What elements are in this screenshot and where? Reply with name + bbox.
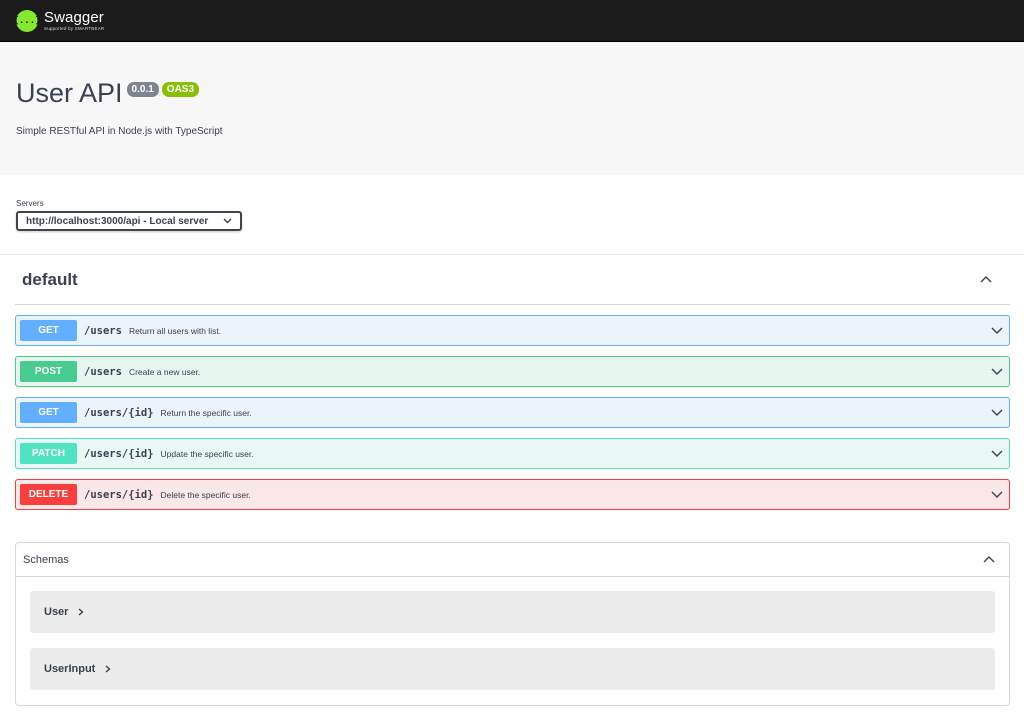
version-badge: 0.0.1 [126, 82, 159, 97]
chevron-down-icon[interactable] [991, 367, 1003, 377]
operation-delete-user[interactable]: DELETE /users/{id} Delete the specific u… [15, 479, 1010, 510]
method-badge: DELETE [20, 484, 77, 505]
schema-item-userinput[interactable]: UserInput [30, 648, 995, 690]
servers-section: Servers http://localhost:3000/api - Loca… [0, 175, 1024, 255]
operation-path: /users [84, 324, 122, 337]
chevron-down-icon [223, 218, 232, 224]
server-select-value: http://localhost:3000/api - Local server [26, 215, 209, 227]
chevron-right-icon [105, 665, 111, 673]
servers-label: Servers [16, 199, 44, 208]
method-badge: GET [20, 320, 77, 341]
schemas-section: Schemas User UserInput [15, 542, 1010, 706]
operation-summary: Delete the specific user. [160, 489, 251, 500]
oas-badge: OAS3 [161, 82, 200, 97]
operation-path: /users/{id} [84, 406, 154, 419]
brand-name: Swagger [44, 8, 104, 26]
chevron-up-icon[interactable] [983, 554, 995, 566]
operation-summary: Create a new user. [128, 366, 201, 377]
tag-title: default [22, 269, 78, 289]
swagger-logo-icon: {...} [13, 9, 41, 32]
operation-path: /users [84, 365, 122, 378]
chevron-up-icon[interactable] [980, 274, 992, 286]
method-badge: GET [20, 402, 77, 423]
operation-post-users[interactable]: POST /users Create a new user. [15, 356, 1010, 387]
operation-summary: Return all users with list. [128, 325, 222, 336]
logo-mark-glyph: {...} [13, 15, 41, 26]
chevron-right-icon [79, 608, 85, 616]
tag-header-default[interactable]: default [15, 255, 1010, 305]
operation-get-users[interactable]: GET /users Return all users with list. [15, 315, 1010, 346]
api-info: User API 0.0.1 OAS3 Simple RESTful API i… [0, 42, 1024, 175]
operation-path: /users/{id} [84, 447, 154, 460]
operation-patch-user[interactable]: PATCH /users/{id} Update the specific us… [15, 438, 1010, 469]
operation-get-user-by-id[interactable]: GET /users/{id} Return the specific user… [15, 397, 1010, 428]
chevron-down-icon[interactable] [991, 490, 1003, 500]
swagger-logo[interactable]: {...} Swagger Supported by SMARTBEAR [13, 8, 105, 32]
chevron-down-icon[interactable] [991, 449, 1003, 459]
chevron-down-icon[interactable] [991, 326, 1003, 336]
brand-subtitle: Supported by SMARTBEAR [44, 25, 105, 31]
schema-name: User [44, 606, 69, 618]
server-select[interactable]: http://localhost:3000/api - Local server [16, 211, 242, 231]
schemas-title: Schemas [23, 553, 69, 566]
chevron-down-icon[interactable] [991, 408, 1003, 418]
operation-summary: Update the specific user. [160, 448, 254, 459]
method-badge: PATCH [20, 443, 77, 464]
api-title: User API [16, 78, 123, 108]
schema-name: UserInput [44, 663, 96, 675]
schema-item-user[interactable]: User [30, 591, 995, 633]
api-description: Simple RESTful API in Node.js with TypeS… [16, 126, 223, 137]
operations-section: default GET /users Return all users with… [0, 255, 1024, 510]
schemas-header[interactable]: Schemas [16, 543, 1009, 577]
operation-path: /users/{id} [84, 488, 154, 501]
method-badge: POST [20, 361, 77, 382]
top-bar: {...} Swagger Supported by SMARTBEAR [0, 0, 1024, 42]
operation-summary: Return the specific user. [160, 407, 252, 418]
